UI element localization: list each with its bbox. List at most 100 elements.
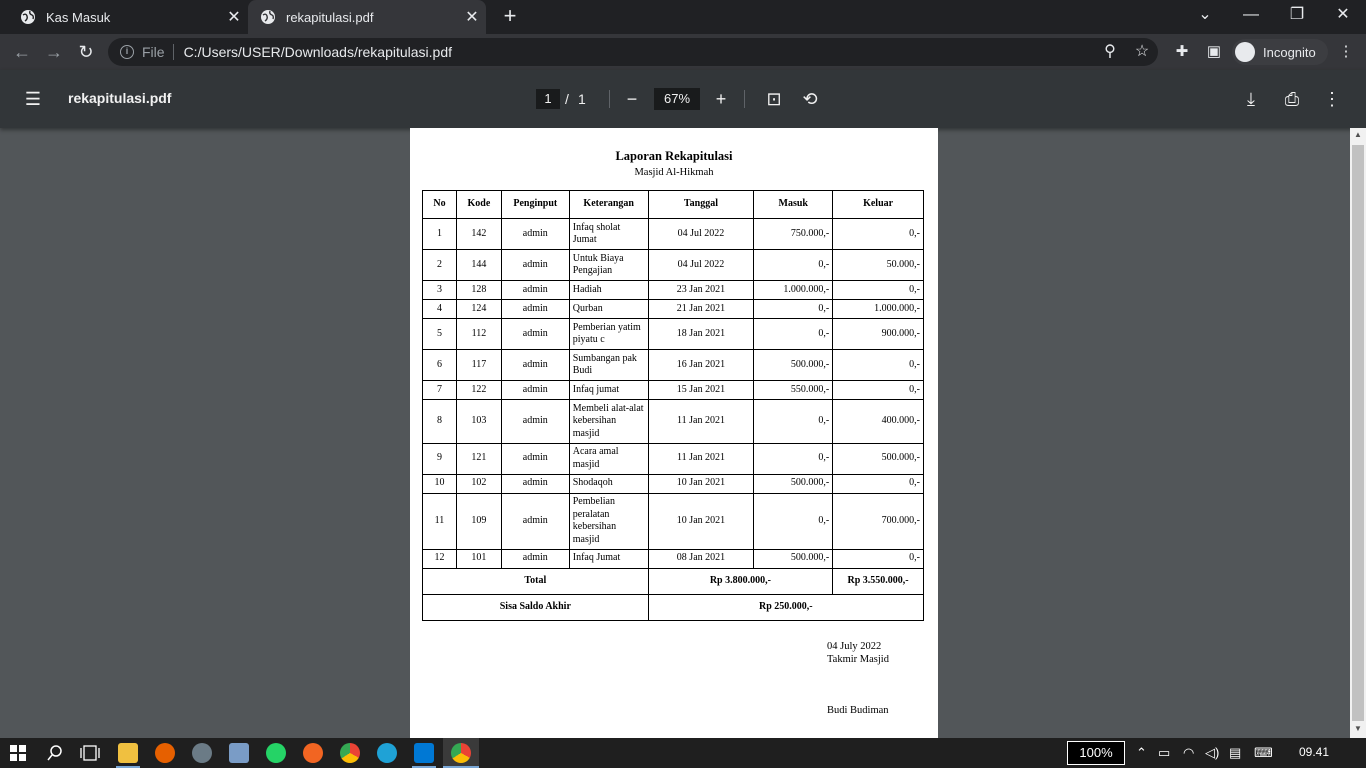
table-row: 8 103 admin Membeli alat-alat kebersihan ma… xyxy=(422,399,924,444)
close-tab-icon[interactable]: ✕ xyxy=(222,7,246,27)
postman-icon[interactable] xyxy=(303,743,323,763)
minimize-button[interactable]: — xyxy=(1228,0,1274,34)
restore-button[interactable]: ❐ xyxy=(1274,0,1320,34)
download-icon[interactable]: ⤓ xyxy=(1240,89,1262,111)
scrollbar-thumb[interactable] xyxy=(1352,145,1364,721)
rotate-icon[interactable]: ⟲ xyxy=(799,89,821,111)
incognito-indicator[interactable]: Incognito xyxy=(1232,39,1328,65)
zoom-in-icon[interactable]: + xyxy=(710,89,732,111)
url-text[interactable]: C:/Users/USER/Downloads/rekapitulasi.pdf xyxy=(184,44,452,60)
print-icon[interactable]: ⎙ xyxy=(1281,89,1303,111)
task-view-icon[interactable] xyxy=(80,745,100,761)
cell-keterangan: Hadiah xyxy=(568,280,649,300)
address-bar[interactable]: i File C:/Users/USER/Downloads/rekapitul… xyxy=(108,38,1158,66)
table-row: 9 121 admin Acara amal masjid 11 Jan 2021 0,-… xyxy=(422,442,924,475)
windows-start-icon[interactable] xyxy=(10,745,26,761)
notification-icon[interactable]: ▤ xyxy=(1229,745,1241,761)
app-icon[interactable] xyxy=(229,743,249,763)
vscode-icon[interactable] xyxy=(414,743,434,763)
chrome-icon[interactable] xyxy=(451,743,471,763)
cell-kode: 121 xyxy=(455,442,502,475)
firefox-icon[interactable] xyxy=(155,743,175,763)
zoom-level-input[interactable]: 67% xyxy=(654,88,700,110)
zoom-indicator[interactable]: 100% xyxy=(1067,741,1125,765)
tab-rekapitulasi[interactable]: rekapitulasi.pdf ✕ xyxy=(248,0,486,34)
toolbar-divider xyxy=(744,90,745,108)
page-number-input[interactable]: 1 xyxy=(536,89,560,109)
cell-tanggal: 15 Jan 2021 xyxy=(647,380,755,400)
cell-tanggal: 18 Jan 2021 xyxy=(647,318,755,350)
column-header: No xyxy=(422,190,457,219)
file-explorer-icon[interactable] xyxy=(118,743,138,763)
side-panel-icon[interactable]: ▣ xyxy=(1204,42,1224,62)
cell-penginput: admin xyxy=(500,349,570,381)
pdf-page: Laporan Rekapitulasi Masjid Al-Hikmah No… xyxy=(410,128,938,738)
windows-taskbar: 100% ⌃ ▭ ◠ ◁) ▤ ⌨ 09.41 xyxy=(0,738,1366,768)
cell-penginput: admin xyxy=(500,280,570,300)
chrome-icon[interactable] xyxy=(340,743,360,763)
reload-button[interactable]: ↻ xyxy=(74,40,98,64)
keyboard-icon[interactable]: ⌨ xyxy=(1254,745,1273,761)
chevron-up-icon[interactable]: ⌃ xyxy=(1136,745,1147,761)
cell-keterangan: Shodaqoh xyxy=(568,473,649,494)
scroll-down-icon[interactable]: ▼ xyxy=(1350,722,1366,736)
cell-no: 7 xyxy=(422,380,457,400)
cell-kode: 103 xyxy=(455,399,502,444)
star-icon[interactable]: ☆ xyxy=(1132,43,1152,63)
cell-masuk: 0,- xyxy=(753,249,834,281)
omnibox-divider xyxy=(172,44,174,60)
scroll-up-icon[interactable]: ▲ xyxy=(1350,128,1366,142)
close-tab-icon[interactable]: ✕ xyxy=(460,7,484,27)
cell-tanggal: 11 Jan 2021 xyxy=(647,399,755,444)
cell-no: 6 xyxy=(422,349,457,381)
tab-strip: Kas Masuk ✕ rekapitulasi.pdf ✕ + ⌄ — ❐ ✕ xyxy=(0,0,1366,34)
zoom-icon[interactable]: ⚲ xyxy=(1100,43,1120,63)
whatsapp-icon[interactable] xyxy=(266,743,286,763)
cell-kode: 112 xyxy=(455,318,502,350)
app-icon[interactable] xyxy=(192,743,212,763)
wifi-icon[interactable]: ◠ xyxy=(1183,745,1194,761)
forward-button[interactable]: → xyxy=(42,40,66,64)
total-masuk: Rp 3.800.000,- xyxy=(647,567,834,595)
cell-masuk: 500.000,- xyxy=(753,473,834,494)
cell-keluar: 900.000,- xyxy=(832,318,924,350)
extensions-icon[interactable]: ✚ xyxy=(1172,42,1192,62)
tab-kas-masuk[interactable]: Kas Masuk ✕ xyxy=(8,0,248,34)
back-button[interactable]: ← xyxy=(10,40,34,64)
volume-icon[interactable]: ◁) xyxy=(1205,745,1219,761)
report-subtitle: Masjid Al-Hikmah xyxy=(634,167,714,178)
zoom-out-icon[interactable]: − xyxy=(621,89,643,111)
cell-tanggal: 10 Jan 2021 xyxy=(647,492,755,550)
search-icon[interactable] xyxy=(46,744,64,762)
app-icon[interactable] xyxy=(377,743,397,763)
tab-search-icon[interactable]: ⌄ xyxy=(1182,0,1228,34)
signature-date: 04 July 2022 xyxy=(827,641,882,652)
cell-masuk: 500.000,- xyxy=(753,349,834,381)
hamburger-menu-icon[interactable]: ☰ xyxy=(22,89,44,111)
column-header: Tanggal xyxy=(647,190,755,219)
cell-keterangan: Acara amal masjid xyxy=(568,442,649,475)
tab-label: Kas Masuk xyxy=(46,9,111,25)
clock[interactable]: 09.41 xyxy=(1294,745,1334,759)
cell-no: 5 xyxy=(422,318,457,350)
pdf-more-icon[interactable]: ⋮ xyxy=(1321,89,1343,111)
cell-tanggal: 04 Jul 2022 xyxy=(647,218,755,250)
new-tab-button[interactable]: + xyxy=(498,5,522,29)
cell-kode: 117 xyxy=(455,349,502,381)
close-window-button[interactable]: ✕ xyxy=(1320,0,1366,34)
cell-keluar: 500.000,- xyxy=(832,442,924,475)
cell-no: 2 xyxy=(422,249,457,281)
cell-kode: 102 xyxy=(455,473,502,494)
battery-icon[interactable]: ▭ xyxy=(1158,745,1170,761)
page-separator: / xyxy=(565,91,569,107)
cell-tanggal: 23 Jan 2021 xyxy=(647,280,755,300)
table-row: 10 102 admin Shodaqoh 10 Jan 2021 500.000,- 0,… xyxy=(422,473,924,494)
cell-keterangan: Sumbangan pak Budi xyxy=(568,349,649,381)
report-title: Laporan Rekapitulasi xyxy=(615,149,733,163)
fit-to-page-icon[interactable]: ⊡ xyxy=(763,89,785,111)
browser-menu-icon[interactable]: ⋮ xyxy=(1336,42,1356,62)
saldo-label: Sisa Saldo Akhir xyxy=(422,593,649,621)
info-icon[interactable]: i xyxy=(120,45,134,59)
cell-kode: 124 xyxy=(455,299,502,319)
cell-masuk: 0,- xyxy=(753,318,834,350)
